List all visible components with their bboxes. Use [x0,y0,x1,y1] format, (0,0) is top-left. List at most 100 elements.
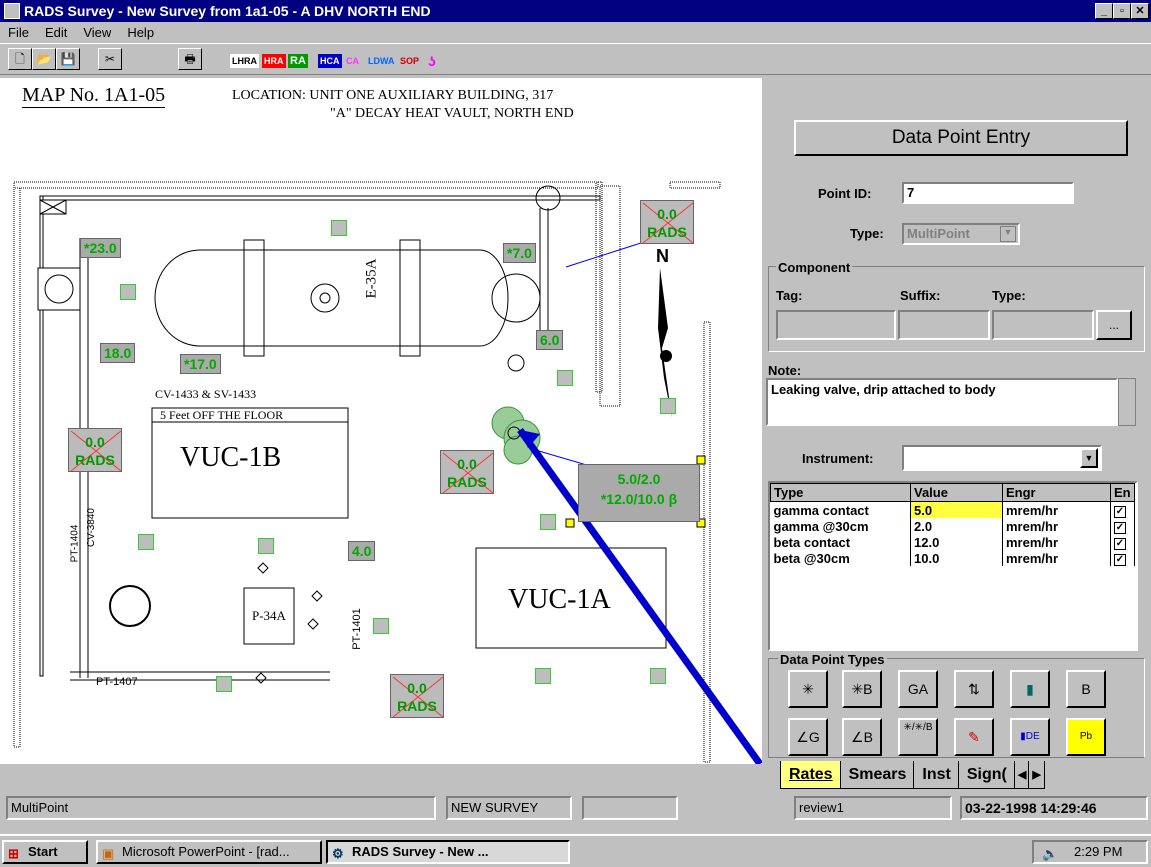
data-point[interactable] [120,284,136,300]
note-input[interactable]: Leaking valve, drip attached to body [766,378,1118,426]
taskbar-rads[interactable]: ⚙ RADS Survey - New ... [326,840,570,864]
rads-value: 0.0 [457,456,477,472]
data-point[interactable] [138,534,154,550]
dpt-angle-b-icon[interactable]: ∠B [842,718,882,756]
rads-point[interactable]: 0.0 RADS [390,674,444,718]
data-point[interactable] [373,618,389,634]
taskbar-powerpoint[interactable]: ▣ Microsoft PowerPoint - [rad... [96,840,322,864]
tab-sign[interactable]: Sign( [957,761,1016,789]
data-point[interactable] [660,398,676,414]
row-value[interactable]: 5.0 [910,501,1003,518]
sop-tag[interactable]: SOP [398,54,421,68]
row-value[interactable]: 10.0 [910,550,1003,566]
table-row[interactable]: beta @30cm 10.0 mrem/hr ✓ [770,550,1135,566]
start-button[interactable]: ⊞ Start [2,840,88,864]
dpt-multi-icon[interactable]: ✳/✳/B [898,718,938,756]
dpt-b-icon[interactable]: B [1066,670,1106,708]
lhra-tag[interactable]: LHRA [230,54,259,68]
dpt-lead-icon[interactable]: Pb [1066,718,1106,756]
rads-point[interactable]: 0.0 RADS [640,200,694,244]
enabled-checkbox[interactable]: ✓ [1114,554,1126,566]
table-row[interactable]: gamma @30cm 2.0 mrem/hr ✓ [770,518,1135,534]
instrument-dropdown-icon[interactable]: ▼ [1080,448,1098,468]
data-point[interactable] [258,538,274,554]
cut-scissors-icon[interactable]: ✂ [98,48,122,70]
ldwa-tag[interactable]: LDWA [366,54,397,68]
row-value[interactable]: 12.0 [910,534,1003,550]
rads-point[interactable]: 0.0 RADS [68,428,122,472]
minimize-button[interactable]: _ [1095,3,1113,19]
dpt-de-icon[interactable]: ▮DE [1010,718,1050,756]
label-cv1433: CV-1433 & SV-1433 [155,387,257,401]
value-label[interactable]: 4.0 [348,541,376,561]
tag-input[interactable] [776,310,896,340]
survey-map[interactable]: MAP No. 1A1-05 LOCATION: UNIT ONE AUXILI… [0,78,762,764]
dpt-gamma-area-icon[interactable]: GA [898,670,938,708]
table-row[interactable]: gamma contact 5.0 mrem/hr ✓ [770,501,1135,518]
tab-rates[interactable]: Rates [780,761,842,789]
save-disk-icon[interactable]: 💾 [56,48,80,70]
tab-inst[interactable]: Inst [913,761,960,789]
value-label[interactable]: 6.0 [536,330,564,350]
menu-view[interactable]: View [75,25,119,40]
type-dropdown-icon[interactable]: ▼ [1000,226,1016,242]
multipoint-label[interactable]: 5.0/2.0 *12.0/10.0 β [578,464,700,522]
suffix-input[interactable] [898,310,990,340]
browse-button[interactable]: ... [1096,310,1132,340]
data-point[interactable] [540,514,556,530]
value-label[interactable]: 18.0 [100,343,136,363]
rads-label: RADS [647,224,687,240]
col-engr[interactable]: Engr [1002,483,1111,502]
data-point[interactable] [557,370,573,386]
row-value[interactable]: 2.0 [910,518,1003,534]
col-en[interactable]: En [1110,483,1135,502]
col-value[interactable]: Value [910,483,1003,502]
hra-tag[interactable]: HRA [262,54,286,68]
tab-smears[interactable]: Smears [839,761,916,789]
menu-edit[interactable]: Edit [37,25,75,40]
map-location-line1: LOCATION: UNIT ONE AUXILIARY BUILDING, 3… [232,88,554,103]
data-point[interactable] [650,668,666,684]
dpt-angle-g-icon[interactable]: ∠G [788,718,828,756]
rads-point[interactable]: 0.0 RADS [440,450,494,494]
enabled-checkbox[interactable]: ✓ [1114,522,1126,534]
col-type[interactable]: Type [770,483,911,502]
dpt-smear-icon[interactable]: ✎ [954,718,994,756]
open-folder-icon[interactable]: 📂 [32,48,56,70]
readings-grid[interactable]: Type Value Engr En gamma contact 5.0 mre… [768,481,1138,651]
dpt-flow-icon[interactable]: ⇅ [954,670,994,708]
data-point[interactable] [216,676,232,692]
status-survey: NEW SURVEY [446,796,572,820]
squiggle-icon[interactable]: ʖ [426,54,438,68]
instrument-select[interactable] [902,445,1102,471]
rads-app-icon: ⚙ [332,846,344,861]
menu-file[interactable]: File [0,25,37,40]
close-button[interactable]: ✕ [1131,3,1149,19]
suffix-label: Suffix: [900,288,941,303]
table-row[interactable]: beta contact 12.0 mrem/hr ✓ [770,534,1135,550]
new-file-icon[interactable]: 🗋 [8,48,32,70]
enabled-checkbox[interactable]: ✓ [1114,538,1126,550]
note-scrollbar[interactable] [1118,378,1136,426]
ra-tag[interactable]: RA [288,54,308,68]
value-label[interactable]: *23.0 [80,238,121,258]
point-id-input[interactable]: 7 [902,182,1074,204]
ca-tag[interactable]: CA [344,54,361,68]
data-point[interactable] [331,220,347,236]
north-label: N [656,246,669,266]
maximize-button[interactable]: ▫ [1113,3,1131,19]
enabled-checkbox[interactable]: ✓ [1114,506,1126,518]
tab-scroll-right-icon[interactable]: ▶ [1028,761,1045,789]
print-icon[interactable]: 🖶 [178,48,202,70]
value-label[interactable]: *17.0 [180,354,221,374]
data-point[interactable] [535,668,551,684]
app-icon[interactable] [4,3,20,19]
value-label[interactable]: *7.0 [503,243,536,263]
dpt-beta-icon[interactable]: ✳B [842,670,882,708]
speaker-icon[interactable]: 🔈 [1042,844,1058,862]
dpt-calculator-icon[interactable]: ▮ [1010,670,1050,708]
hca-tag[interactable]: HCA [318,54,342,68]
dpt-general-icon[interactable]: ✳ [788,670,828,708]
component-type-input[interactable] [992,310,1094,340]
menu-help[interactable]: Help [119,25,162,40]
